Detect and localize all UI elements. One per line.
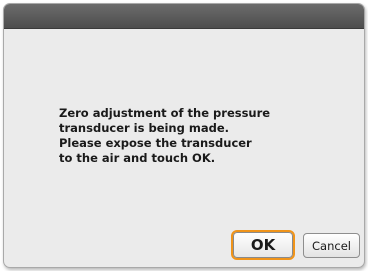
message-line-2: transducer is being made. — [59, 121, 230, 135]
zero-adjustment-dialog: Zero adjustment of the pressure transduc… — [3, 3, 365, 268]
message-line-1: Zero adjustment of the pressure — [59, 106, 271, 120]
dialog-title-bar — [4, 4, 364, 29]
message-line-4: to the air and touch OK. — [59, 151, 216, 165]
message-line-3: Please expose the transducer — [59, 136, 252, 150]
ok-button[interactable]: OK — [231, 230, 295, 260]
cancel-button[interactable]: Cancel — [303, 233, 360, 258]
dialog-message: Zero adjustment of the pressure transduc… — [59, 106, 319, 166]
